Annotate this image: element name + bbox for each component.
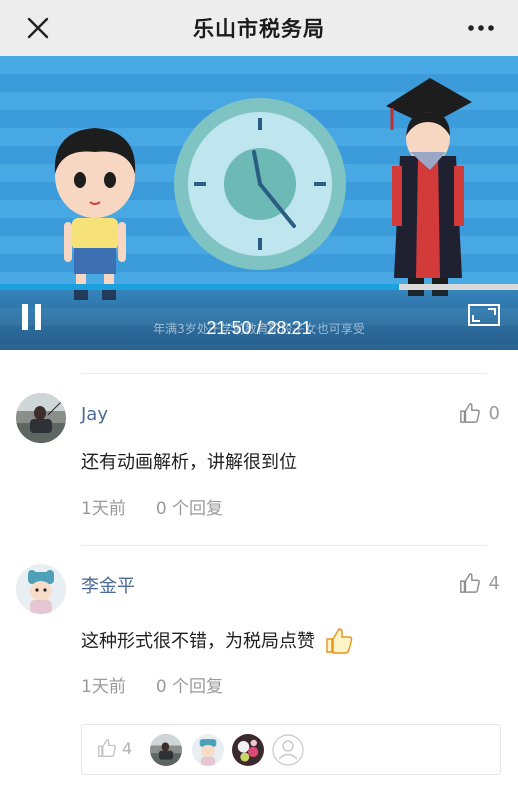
- video-player[interactable]: 年满3岁处于学前教育阶段子女也可享受 21:50 / 28:21: [0, 56, 518, 350]
- close-icon[interactable]: [24, 14, 52, 42]
- top-bar: 乐山市税务局: [0, 0, 518, 56]
- time-separator: /: [256, 318, 262, 338]
- duration: 28:21: [266, 318, 312, 338]
- thumbs-up-icon: [459, 573, 480, 593]
- photo-avatar-fisherman: [150, 734, 182, 766]
- liker-avatar[interactable]: [192, 734, 224, 766]
- comment-text-content: 这种形式很不错，为税局点赞: [81, 631, 315, 652]
- graduate-character: [386, 78, 472, 296]
- photo-avatar-fisherman: [16, 393, 66, 443]
- like-button[interactable]: 4: [459, 572, 500, 594]
- like-count: 4: [488, 572, 500, 594]
- video-timecode: 21:50 / 28:21: [0, 318, 518, 339]
- thumbs-up-emoji: [326, 628, 353, 654]
- avatar[interactable]: [16, 393, 66, 443]
- liker-avatar[interactable]: [150, 734, 182, 766]
- photo-avatar-flowers: [232, 734, 264, 766]
- comment-time: 1天前: [81, 499, 126, 519]
- default-user-icon: [272, 734, 304, 766]
- cartoon-avatar-hat: [16, 564, 66, 614]
- thumbs-up-icon: [459, 403, 480, 423]
- fullscreen-icon[interactable]: [468, 304, 500, 326]
- comment-text: 还有动画解析，讲解很到位: [81, 452, 297, 473]
- like-count: 0: [488, 402, 500, 424]
- likers-summary[interactable]: 4: [97, 738, 132, 758]
- current-time: 21:50: [206, 318, 252, 338]
- divider: [81, 373, 487, 374]
- liker-avatar[interactable]: [272, 734, 304, 766]
- page-title: 乐山市税务局: [193, 17, 325, 41]
- reply-count-link[interactable]: 0 个回复: [156, 672, 223, 697]
- comment-username[interactable]: 李金平: [81, 572, 135, 598]
- comment-text: 这种形式很不错，为税局点赞: [81, 625, 353, 655]
- more-options-icon[interactable]: [466, 18, 496, 38]
- clock-illustration: [174, 98, 346, 270]
- comment-time: 1天前: [81, 677, 126, 697]
- divider: [81, 545, 487, 546]
- comment-username[interactable]: Jay: [81, 404, 108, 425]
- thumbs-up-icon: [98, 739, 117, 757]
- liker-avatar[interactable]: [232, 734, 264, 766]
- comment-meta: 1天前 0 个回复: [81, 672, 223, 697]
- likers-count: 4: [122, 738, 133, 758]
- comment-meta: 1天前 0 个回复: [81, 494, 223, 519]
- likers-box: 4: [81, 724, 501, 775]
- reply-count-link[interactable]: 0 个回复: [156, 494, 223, 519]
- like-button[interactable]: 0: [459, 402, 500, 424]
- cartoon-avatar-hat: [192, 734, 224, 766]
- boy-character: [54, 128, 136, 300]
- avatar[interactable]: [16, 564, 66, 614]
